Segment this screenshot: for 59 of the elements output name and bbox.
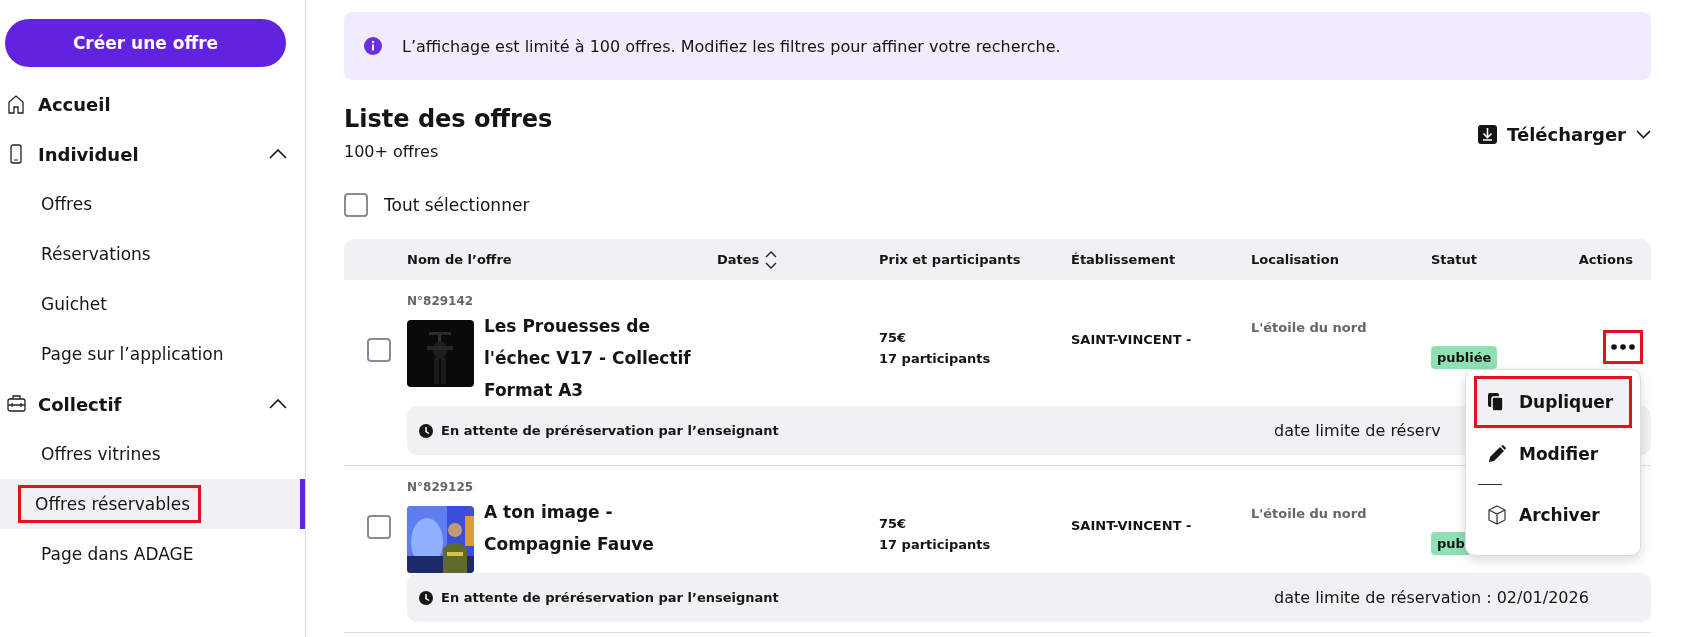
more-actions-button[interactable] (1603, 330, 1643, 364)
page-title: Liste des offres (344, 104, 553, 134)
house-icon (6, 93, 27, 115)
nav-item[interactable]: Guichet (32, 287, 116, 321)
chevron-down-icon (1636, 130, 1651, 139)
column-header: Prix et participants (879, 252, 1021, 267)
pending-status: En attente de préréservation par l’enseignant (441, 590, 779, 605)
offer-title[interactable]: A ton image - Compagnie Fauve (484, 496, 709, 560)
nav-item[interactable]: Offres réservables (18, 485, 202, 523)
status-badge: publiée (1431, 346, 1498, 369)
select-all-label[interactable]: Tout sélectionner (384, 195, 530, 215)
download-button[interactable]: Télécharger (1478, 124, 1651, 145)
offer-title[interactable]: Les Prouesses de l'échec V17 - Collectif Format A3 (484, 310, 709, 406)
column-header: Actions (1578, 252, 1633, 267)
download-icon (1478, 125, 1498, 144)
booking-deadline: date limite de réservation : 02/01/2026 (1274, 588, 1590, 607)
booking-deadline: date limite de réserv (1274, 421, 1442, 440)
dots-icon (1611, 344, 1635, 350)
clock-icon (419, 423, 433, 438)
cube-icon (1487, 505, 1507, 525)
offer-number: N°829142 (407, 294, 475, 308)
briefcase-icon (6, 393, 27, 415)
nav-item[interactable]: Offres vitrines (32, 437, 170, 471)
pencil-icon (1487, 444, 1507, 464)
location-name: L'étoile du nord (1251, 506, 1367, 521)
nav-item-selected[interactable]: Offres réservables (0, 479, 305, 529)
row-checkbox[interactable] (366, 514, 391, 539)
row-checkbox[interactable] (366, 338, 391, 362)
column-header: Nom de l’offre (407, 252, 512, 267)
menu-item[interactable]: Dupliquer (1474, 376, 1632, 428)
column-header: Statut (1431, 252, 1478, 267)
checkbox[interactable] (344, 193, 368, 217)
location-name: L'étoile du nord (1251, 320, 1367, 335)
info-message: L’affichage est limité à 100 offres. Modifiez les filtres pour affiner votre recherche. (402, 36, 1061, 56)
pending-status: En attente de préréservation par l’enseignant (441, 423, 779, 438)
nav-section[interactable]: Accueil (38, 93, 287, 115)
menu-item[interactable]: Modifier (1474, 428, 1632, 480)
menu-item[interactable]: Archiver (1474, 489, 1632, 541)
participant-count: 17 participants (879, 351, 992, 366)
nav-section[interactable]: Individuel (38, 143, 269, 165)
offer-number: N°829125 (407, 480, 475, 494)
nav-item[interactable]: Offres (32, 187, 102, 221)
nav-section[interactable]: Collectif (38, 393, 269, 415)
info-icon (364, 37, 382, 55)
create-offer-button[interactable]: Créer une offre (5, 19, 286, 67)
nav-item[interactable]: Réservations (32, 237, 160, 271)
offer-price: 75€ (879, 330, 908, 345)
copy-icon (1487, 392, 1507, 412)
offer-count: 100+ offres (344, 142, 440, 161)
nav-item[interactable]: Page sur l’application (32, 337, 233, 371)
establishment-name: SAINT-VINCENT - (1071, 518, 1192, 533)
column-header: Établissement (1071, 252, 1176, 267)
column-header: Localisation (1251, 252, 1339, 267)
nav-item[interactable]: Page dans ADAGE (32, 537, 203, 571)
column-header[interactable]: Dates (717, 252, 760, 267)
participant-count: 17 participants (879, 537, 992, 552)
establishment-name: SAINT-VINCENT - (1071, 332, 1192, 347)
offer-price: 75€ (879, 516, 908, 531)
clock-icon (419, 590, 433, 605)
